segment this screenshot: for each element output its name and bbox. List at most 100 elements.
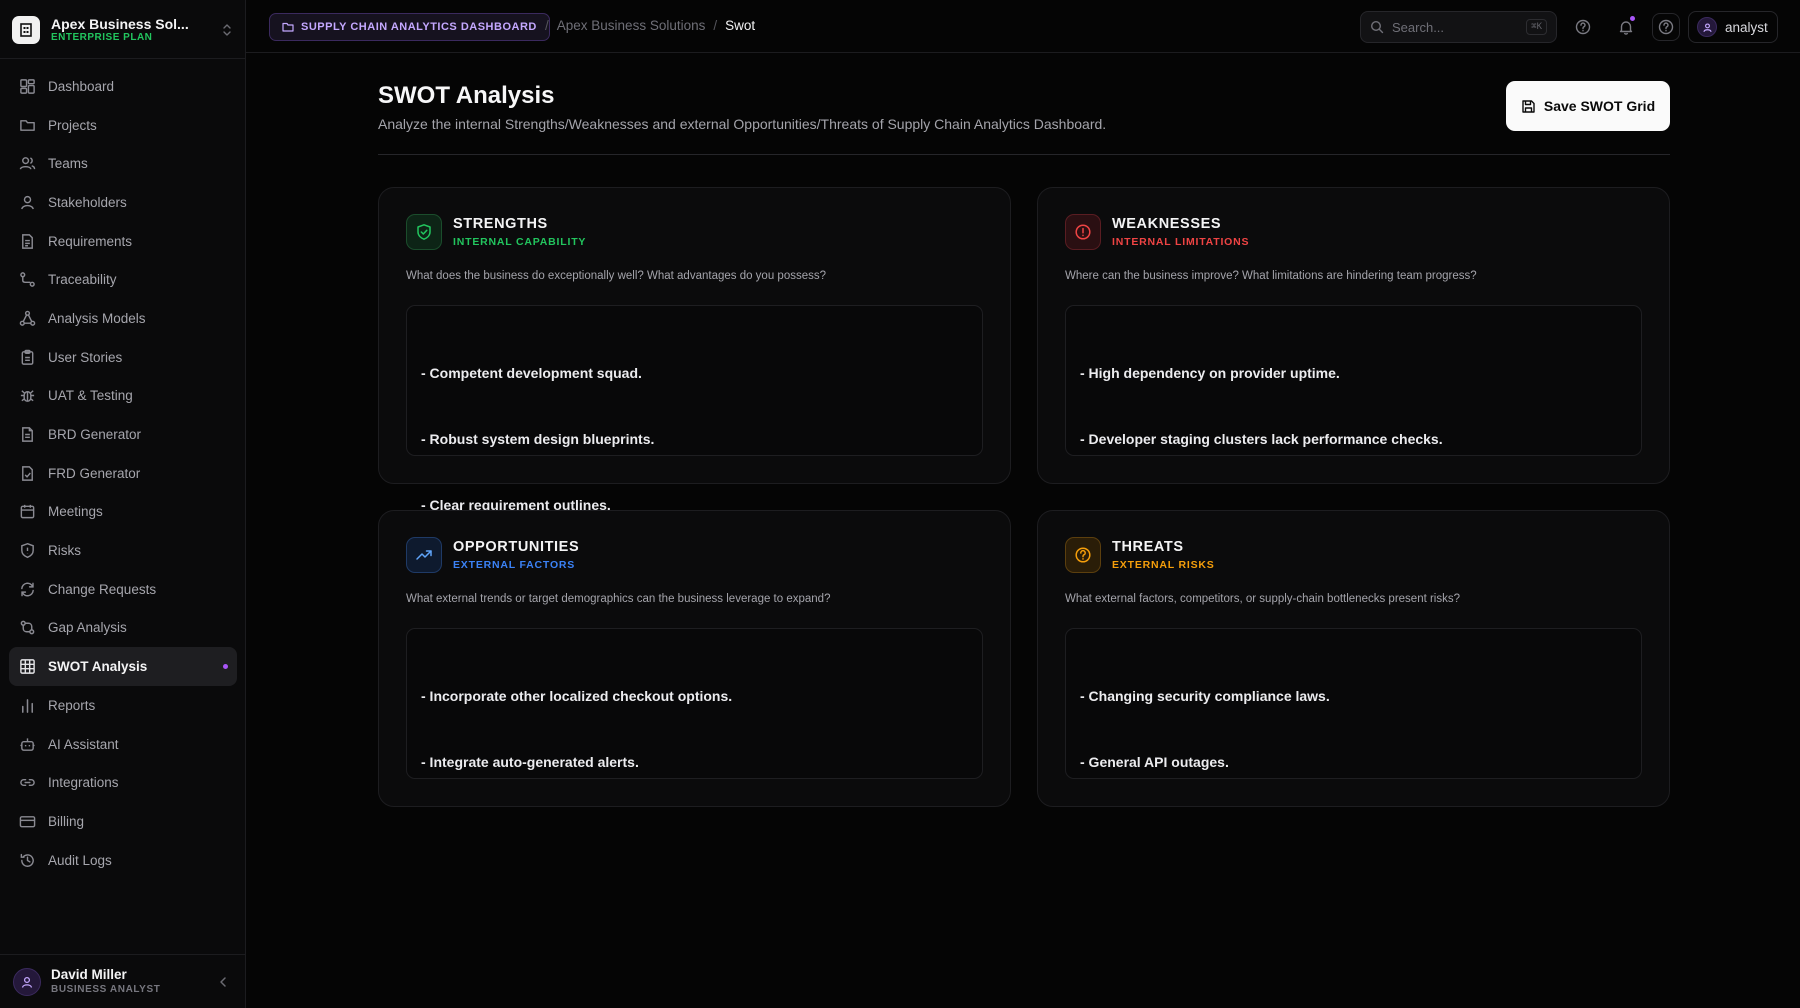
sidebar-item-risks[interactable]: Risks — [9, 531, 237, 570]
sidebar-item-frd-generator[interactable]: FRD Generator — [9, 454, 237, 493]
threats-textarea[interactable]: - Changing security compliance laws. - G… — [1065, 628, 1642, 779]
strengths-line: - Competent development squad. — [421, 365, 642, 381]
sidebar-item-label: Integrations — [48, 775, 119, 791]
weaknesses-subtitle: INTERNAL LIMITATIONS — [1112, 236, 1250, 248]
opportunities-card: OPPORTUNITIES EXTERNAL FACTORS What exte… — [378, 510, 1011, 807]
sidebar-item-meetings[interactable]: Meetings — [9, 493, 237, 532]
opportunities-subtitle: EXTERNAL FACTORS — [453, 559, 576, 571]
bell-icon — [1619, 21, 1633, 35]
sidebar-item-analysis-models[interactable]: Analysis Models — [9, 299, 237, 338]
opportunities-line: - Incorporate other localized checkout o… — [421, 688, 733, 704]
chevron-left-icon[interactable] — [218, 976, 228, 988]
sidebar-item-label: Teams — [48, 156, 88, 172]
sidebar-item-requirements[interactable]: Requirements — [9, 222, 237, 261]
strengths-line: - Robust system design blueprints. — [421, 431, 655, 447]
sidebar-item-label: Analysis Models — [48, 310, 146, 326]
sidebar-item-gap-analysis[interactable]: Gap Analysis — [9, 609, 237, 648]
sidebar: Apex Business Sol... ENTERPRISE PLAN Das… — [0, 0, 246, 1008]
sidebar-item-label: UAT & Testing — [48, 388, 133, 404]
link-icon — [20, 779, 35, 787]
sidebar-item-integrations[interactable]: Integrations — [9, 763, 237, 802]
sidebar-item-audit-logs[interactable]: Audit Logs — [9, 841, 237, 880]
sidebar-item-label: Stakeholders — [48, 194, 127, 210]
folder-icon — [20, 119, 35, 131]
breadcrumb-parent[interactable]: Apex Business Solutions — [557, 18, 706, 33]
sidebar-nav: Dashboard Projects Teams Stakeholders Re… — [9, 67, 237, 879]
help-circle-icon — [1065, 537, 1101, 573]
project-badge[interactable]: SUPPLY CHAIN ANALYTICS DASHBOARD — [269, 13, 550, 41]
sidebar-user-footer[interactable]: David Miller BUSINESS ANALYST — [0, 954, 246, 1008]
bot-icon — [20, 737, 35, 751]
account-menu[interactable]: analyst — [1688, 11, 1778, 43]
breadcrumb-separator: / — [545, 18, 549, 33]
strengths-textarea[interactable]: - Competent development squad. - Robust … — [406, 305, 983, 513]
save-swot-grid-button[interactable]: Save SWOT Grid — [1506, 81, 1670, 131]
threats-line: - Changing security compliance laws. — [1080, 688, 1330, 704]
sidebar-item-traceability[interactable]: Traceability — [9, 260, 237, 299]
help-circle-button[interactable] — [1569, 13, 1597, 41]
sidebar-item-dashboard[interactable]: Dashboard — [9, 67, 237, 106]
notification-dot — [1630, 16, 1635, 21]
sidebar-item-change-requests[interactable]: Change Requests — [9, 570, 237, 609]
sidebar-item-user-stories[interactable]: User Stories — [9, 338, 237, 377]
shield-alert-icon — [21, 543, 34, 559]
sidebar-item-label: FRD Generator — [48, 465, 141, 481]
sidebar-item-teams[interactable]: Teams — [9, 144, 237, 183]
bar-chart-icon — [22, 698, 33, 713]
route-icon — [20, 272, 35, 288]
page-title: SWOT Analysis — [378, 82, 555, 109]
search-shortcut: ⌘K — [1526, 19, 1547, 35]
sidebar-item-projects[interactable]: Projects — [9, 106, 237, 145]
sidebar-item-uat-testing[interactable]: UAT & Testing — [9, 377, 237, 416]
sidebar-item-label: AI Assistant — [48, 736, 119, 752]
threats-card: THREATS EXTERNAL RISKS What external fac… — [1037, 510, 1670, 807]
workspace-switcher[interactable]: Apex Business Sol... ENTERPRISE PLAN — [12, 10, 236, 50]
search-input[interactable]: Search... ⌘K — [1360, 11, 1557, 43]
history-icon — [20, 853, 34, 867]
sidebar-item-stakeholders[interactable]: Stakeholders — [9, 183, 237, 222]
sidebar-item-reports[interactable]: Reports — [9, 686, 237, 725]
sidebar-item-brd-generator[interactable]: BRD Generator — [9, 415, 237, 454]
sidebar-item-swot-analysis[interactable]: SWOT Analysis — [9, 647, 237, 686]
account-name: analyst — [1725, 19, 1768, 35]
help-button[interactable] — [1652, 13, 1680, 41]
strengths-title: STRENGTHS — [453, 216, 548, 232]
shield-check-icon — [406, 214, 442, 250]
weaknesses-textarea[interactable]: - High dependency on provider uptime. - … — [1065, 305, 1642, 456]
sidebar-item-label: Meetings — [48, 504, 103, 520]
breadcrumb-current: Swot — [725, 18, 756, 33]
sidebar-item-label: Risks — [48, 543, 81, 559]
strengths-card: STRENGTHS INTERNAL CAPABILITY What does … — [378, 187, 1011, 513]
refresh-icon — [21, 582, 34, 597]
threats-line: - General API outages. — [1080, 754, 1229, 770]
threats-subtitle: EXTERNAL RISKS — [1112, 559, 1215, 571]
sidebar-item-label: Reports — [48, 697, 96, 713]
strengths-subtitle: INTERNAL CAPABILITY — [453, 236, 587, 248]
sidebar-item-label: User Stories — [48, 349, 123, 365]
search-icon — [1370, 20, 1384, 34]
sidebar-item-label: Change Requests — [48, 581, 157, 597]
avatar — [1697, 17, 1717, 37]
threats-question: What external factors, competitors, or s… — [1065, 593, 1461, 605]
sidebar-item-billing[interactable]: Billing — [9, 802, 237, 841]
opportunities-question: What external trends or target demograph… — [406, 593, 831, 605]
main-content: SWOT Analysis Analyze the internal Stren… — [246, 54, 1800, 1008]
breadcrumb-separator: / — [713, 18, 718, 33]
sidebar-item-label: Audit Logs — [48, 852, 112, 868]
user-name: David Miller — [51, 966, 127, 982]
opportunities-textarea[interactable]: - Incorporate other localized checkout o… — [406, 628, 983, 779]
bug-icon — [20, 390, 35, 403]
file-icon — [22, 427, 33, 442]
save-icon — [1522, 99, 1535, 113]
trending-up-icon — [406, 537, 442, 573]
sidebar-item-label: Traceability — [48, 272, 117, 288]
weaknesses-line: - High dependency on provider uptime. — [1080, 365, 1340, 381]
sidebar-item-ai-assistant[interactable]: AI Assistant — [9, 725, 237, 764]
header-divider — [378, 154, 1670, 155]
user-icon — [1702, 22, 1712, 32]
calendar-icon — [20, 505, 35, 519]
notifications-button[interactable] — [1612, 13, 1640, 41]
weaknesses-question: Where can the business improve? What lim… — [1065, 270, 1477, 282]
chevrons-up-down-icon — [222, 23, 232, 37]
page-description: Analyze the internal Strengths/Weaknesse… — [378, 116, 1107, 132]
